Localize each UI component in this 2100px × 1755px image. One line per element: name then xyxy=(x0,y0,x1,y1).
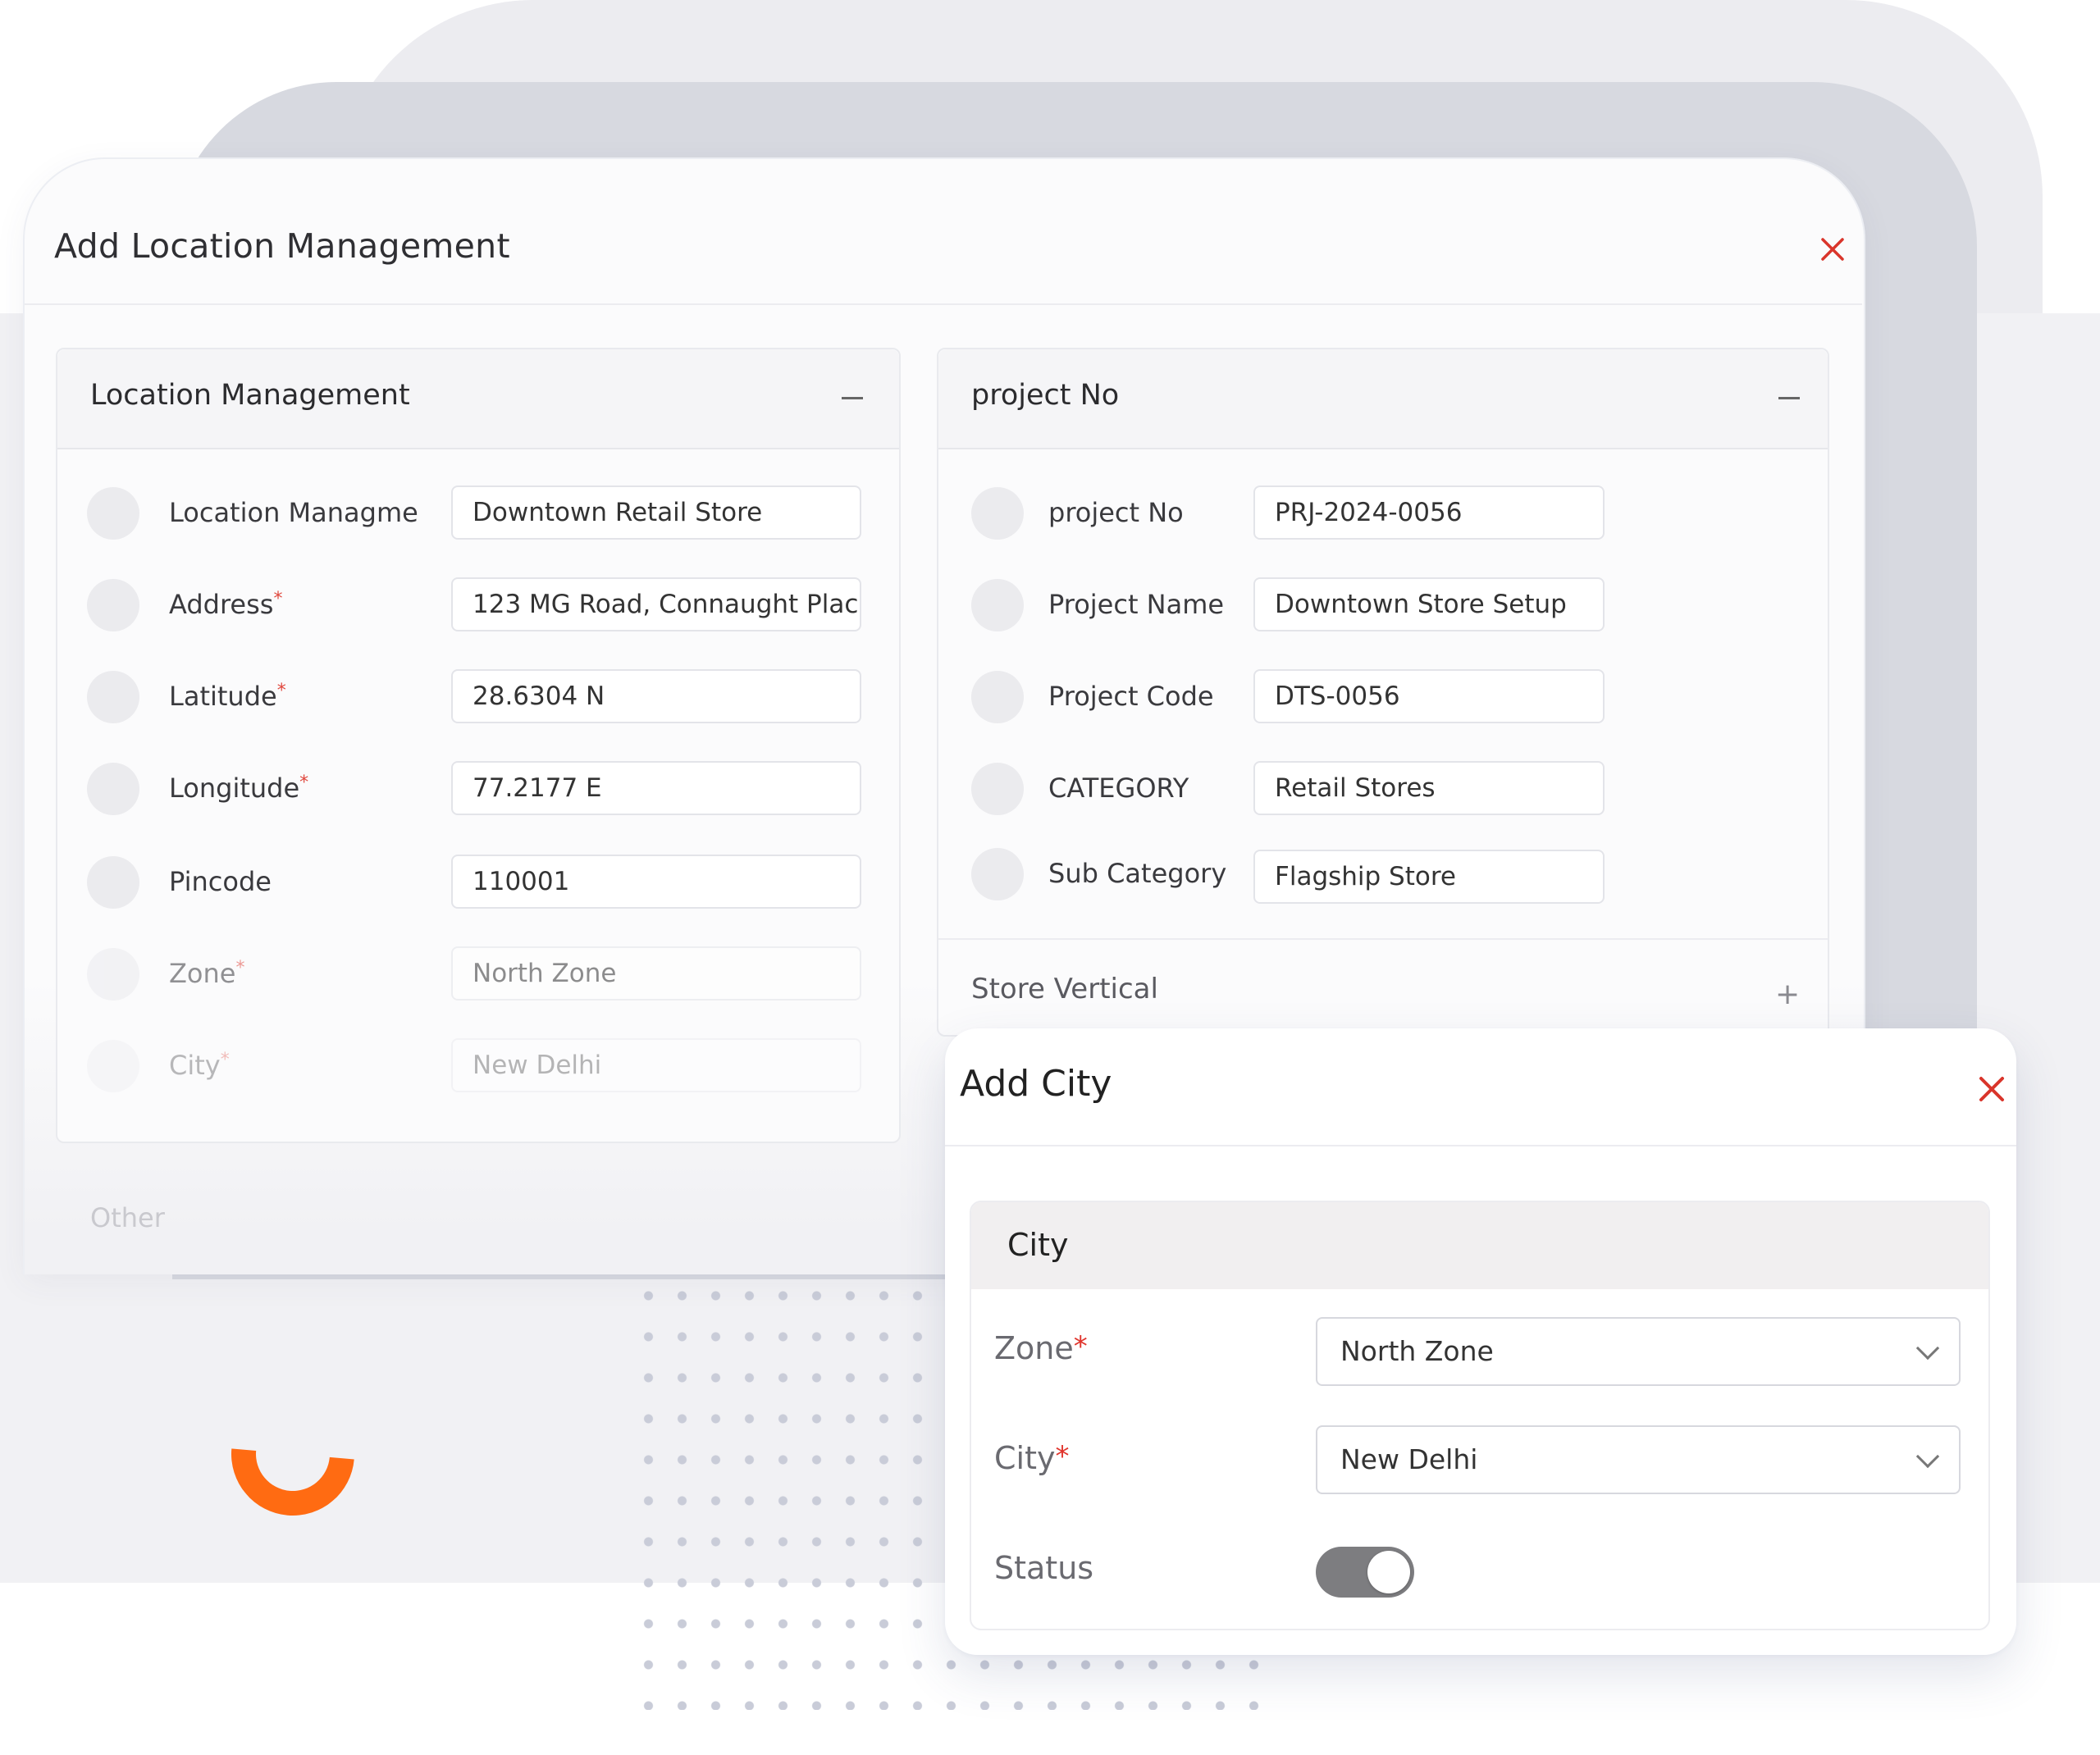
project-no-panel: project No project No PRJ-2024-0056 Proj… xyxy=(937,348,1829,1037)
close-icon[interactable] xyxy=(1816,233,1849,266)
zone-input[interactable]: North Zone xyxy=(451,946,861,1001)
city-label: City* xyxy=(994,1440,1070,1476)
other-section-label[interactable]: Other xyxy=(90,1202,165,1233)
panel-title: project No xyxy=(971,379,1120,412)
project-no-input[interactable]: PRJ-2024-0056 xyxy=(1253,485,1605,540)
collapse-minus-icon[interactable] xyxy=(1778,397,1800,399)
field-label: Pincode xyxy=(169,866,272,897)
field-label: Project Name xyxy=(1048,589,1225,620)
required-mark: * xyxy=(299,773,309,793)
row-status-dot xyxy=(971,763,1024,815)
zone-select[interactable]: North Zone xyxy=(1316,1317,1961,1386)
status-label: Status xyxy=(994,1550,1094,1586)
modal-title: Add Location Management xyxy=(54,226,510,266)
row-status-dot xyxy=(87,579,139,631)
location-management-panel: Location Management Location Managme Dow… xyxy=(56,348,901,1143)
field-label: City* xyxy=(169,1050,230,1081)
city-select-value: New Delhi xyxy=(1340,1443,1478,1475)
latitude-input[interactable]: 28.6304 N xyxy=(451,669,861,723)
header-divider xyxy=(25,303,1862,305)
required-mark: * xyxy=(235,958,245,978)
row-status-dot xyxy=(87,671,139,723)
chevron-down-icon xyxy=(1915,1444,1940,1469)
row-status-dot xyxy=(971,671,1024,723)
zone-select-value: North Zone xyxy=(1340,1335,1494,1367)
required-mark: * xyxy=(273,589,283,609)
category-input[interactable]: Retail Stores xyxy=(1253,761,1605,815)
status-toggle[interactable] xyxy=(1316,1547,1414,1598)
expand-plus-icon[interactable]: + xyxy=(1775,978,1800,1011)
row-status-dot xyxy=(87,856,139,909)
row-status-dot xyxy=(87,763,139,815)
city-select[interactable]: New Delhi xyxy=(1316,1425,1961,1494)
city-input[interactable]: New Delhi xyxy=(451,1038,861,1092)
required-mark: * xyxy=(1073,1330,1088,1363)
row-status-dot xyxy=(87,1040,139,1092)
required-mark: * xyxy=(220,1050,230,1070)
field-label: Latitude* xyxy=(169,681,286,712)
project-name-input[interactable]: Downtown Store Setup xyxy=(1253,577,1605,631)
row-status-dot xyxy=(87,948,139,1001)
required-mark: * xyxy=(1055,1440,1070,1473)
section-divider xyxy=(938,938,1828,940)
chevron-down-icon xyxy=(1915,1336,1940,1361)
panel-header[interactable]: project No xyxy=(938,349,1828,449)
city-section-header: City xyxy=(971,1202,1988,1289)
field-label: Project Code xyxy=(1048,681,1214,712)
row-status-dot xyxy=(87,487,139,540)
required-mark: * xyxy=(276,681,286,701)
pincode-input[interactable]: 110001 xyxy=(451,855,861,909)
zone-label: Zone* xyxy=(994,1330,1088,1366)
row-status-dot xyxy=(971,487,1024,540)
field-label: Location Managme xyxy=(169,497,418,528)
longitude-input[interactable]: 77.2177 E xyxy=(451,761,861,815)
sub-category-input[interactable]: Flagship Store xyxy=(1253,850,1605,904)
city-section-title: City xyxy=(1007,1227,1069,1263)
store-vertical-section[interactable]: Store Vertical xyxy=(971,973,1158,1005)
collapse-minus-icon[interactable] xyxy=(842,397,863,399)
close-icon[interactable] xyxy=(1975,1073,2008,1105)
location-name-input[interactable]: Downtown Retail Store xyxy=(451,485,861,540)
field-label: project No xyxy=(1048,497,1184,528)
address-input[interactable]: 123 MG Road, Connaught Place xyxy=(451,577,861,631)
city-section: City Zone* North Zone City* New Delhi St… xyxy=(970,1201,1990,1630)
toggle-knob xyxy=(1367,1551,1410,1593)
dialog-divider xyxy=(945,1145,2016,1146)
field-label: Longitude* xyxy=(169,773,309,804)
row-status-dot xyxy=(971,579,1024,631)
panel-title: Location Management xyxy=(90,379,410,412)
add-city-dialog: Add City City Zone* North Zone City* New… xyxy=(945,1028,2016,1655)
panel-header[interactable]: Location Management xyxy=(57,349,899,449)
field-label: CATEGORY xyxy=(1048,773,1189,804)
field-label: Zone* xyxy=(169,958,245,989)
project-code-input[interactable]: DTS-0056 xyxy=(1253,669,1605,723)
field-label: Address* xyxy=(169,589,283,620)
dialog-title: Add City xyxy=(960,1063,1112,1105)
row-status-dot xyxy=(971,848,1024,900)
field-label: Sub Category xyxy=(1048,858,1227,889)
